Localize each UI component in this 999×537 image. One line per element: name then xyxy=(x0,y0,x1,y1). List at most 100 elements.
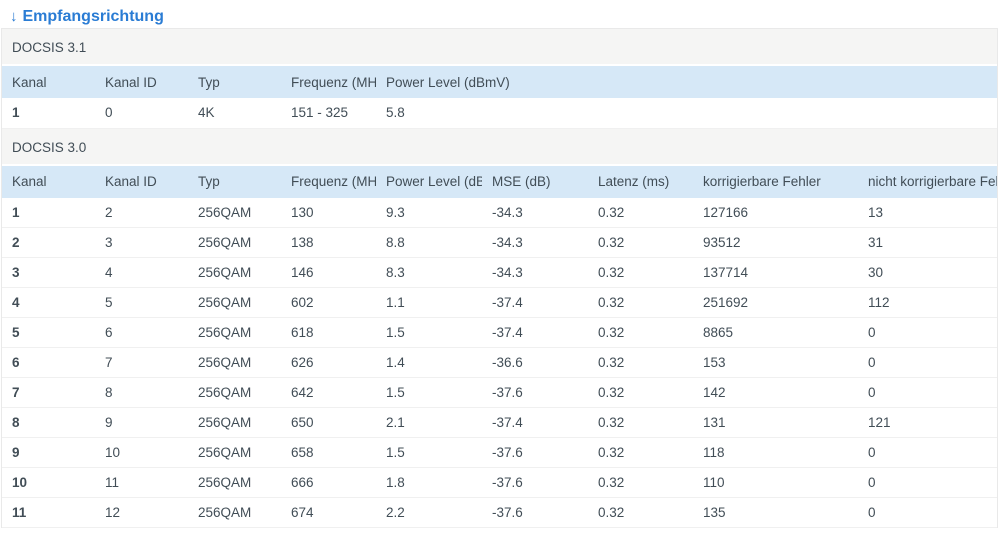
table-cell: 1 xyxy=(2,197,95,228)
column-header: Frequenz (MHz) xyxy=(281,165,376,198)
docsis31-table: KanalKanal IDTypFrequenz (MHz)Power Leve… xyxy=(2,66,997,129)
column-header: Kanal xyxy=(2,66,95,98)
table-cell: 256QAM xyxy=(188,497,281,528)
table-cell: -34.3 xyxy=(482,257,588,288)
table-cell: 11 xyxy=(95,467,188,498)
table-cell: 8 xyxy=(95,377,188,408)
table-cell: 131 xyxy=(693,407,858,438)
table-cell: -37.6 xyxy=(482,437,588,468)
table-cell: 0 xyxy=(95,98,188,129)
table-cell: 9 xyxy=(95,407,188,438)
table-cell: 251692 xyxy=(693,287,858,318)
table-row: 7 8 256QAM 642 1.5 -37.6 0.32 142 0 xyxy=(2,377,997,408)
column-header: Latenz (ms) xyxy=(588,165,693,198)
table-row: 9 10 256QAM 658 1.5 -37.6 0.32 118 0 xyxy=(2,437,997,468)
table-cell: 142 xyxy=(693,377,858,408)
table-cell: 256QAM xyxy=(188,317,281,348)
table-cell: 2 xyxy=(95,197,188,228)
table-cell: 0.32 xyxy=(588,257,693,288)
table-cell: 5 xyxy=(95,287,188,318)
table-cell: 2.2 xyxy=(376,497,482,528)
table-cell: -37.4 xyxy=(482,287,588,318)
table-cell: 0 xyxy=(858,347,997,378)
table-cell: 93512 xyxy=(693,227,858,258)
docsis30-section-header: DOCSIS 3.0 xyxy=(2,128,997,166)
down-arrow-icon: ↓ xyxy=(10,8,18,25)
table-cell: 0.32 xyxy=(588,287,693,318)
table-cell: 7 xyxy=(95,347,188,378)
table-cell: 256QAM xyxy=(188,197,281,228)
table-row: 6 7 256QAM 626 1.4 -36.6 0.32 153 0 xyxy=(2,347,997,378)
table-cell: 626 xyxy=(281,347,376,378)
table-cell: 9 xyxy=(2,437,95,468)
column-header: Typ xyxy=(188,66,281,98)
column-header: Kanal xyxy=(2,165,95,198)
table-cell: 0.32 xyxy=(588,227,693,258)
column-header: Typ xyxy=(188,165,281,198)
column-header: nicht korrigierbare Fehler xyxy=(858,165,997,198)
table-cell: 137714 xyxy=(693,257,858,288)
empfangsrichtung-section-toggle[interactable]: ↓ Empfangsrichtung xyxy=(0,0,999,28)
table-row: 3 4 256QAM 146 8.3 -34.3 0.32 137714 30 xyxy=(2,257,997,288)
table-cell: 151 - 325 xyxy=(281,98,376,129)
table-cell: 138 xyxy=(281,227,376,258)
table-cell: 0.32 xyxy=(588,317,693,348)
table-cell: -37.4 xyxy=(482,317,588,348)
table-cell: 11 xyxy=(2,497,95,528)
table-cell: 127166 xyxy=(693,197,858,228)
table-cell: 256QAM xyxy=(188,287,281,318)
table-cell: 0.32 xyxy=(588,377,693,408)
table-cell: 0 xyxy=(858,377,997,408)
table-cell: 31 xyxy=(858,227,997,258)
column-header: Power Level (dBmV) xyxy=(376,66,997,98)
table-cell: 4 xyxy=(2,287,95,318)
table-cell: -37.6 xyxy=(482,377,588,408)
table-cell: 642 xyxy=(281,377,376,408)
table-cell: 153 xyxy=(693,347,858,378)
table-cell: 12 xyxy=(95,497,188,528)
table-cell: 4K xyxy=(188,98,281,129)
table-row: 8 9 256QAM 650 2.1 -37.4 0.32 131 121 xyxy=(2,407,997,438)
table-cell: 658 xyxy=(281,437,376,468)
table-cell: 602 xyxy=(281,287,376,318)
table-cell: 256QAM xyxy=(188,437,281,468)
table-cell: 2.1 xyxy=(376,407,482,438)
table-cell: 8.3 xyxy=(376,257,482,288)
table-cell: 135 xyxy=(693,497,858,528)
table-cell: -34.3 xyxy=(482,197,588,228)
table-cell: 0 xyxy=(858,497,997,528)
table-cell: 3 xyxy=(95,227,188,258)
table-cell: 618 xyxy=(281,317,376,348)
table-cell: 0 xyxy=(858,467,997,498)
table-cell: 130 xyxy=(281,197,376,228)
table-cell: 4 xyxy=(95,257,188,288)
table-cell: -37.4 xyxy=(482,407,588,438)
table-cell: 0 xyxy=(858,437,997,468)
table-cell: 30 xyxy=(858,257,997,288)
table-cell: 118 xyxy=(693,437,858,468)
column-header: Kanal ID xyxy=(95,165,188,198)
table-cell: -34.3 xyxy=(482,227,588,258)
table-cell: 8 xyxy=(2,407,95,438)
table-cell: 5.8 xyxy=(376,98,997,129)
docsis30-table: KanalKanal IDTypFrequenz (MHz)Power Leve… xyxy=(2,165,997,528)
table-row: 5 6 256QAM 618 1.5 -37.4 0.32 8865 0 xyxy=(2,317,997,348)
table-row: 2 3 256QAM 138 8.8 -34.3 0.32 93512 31 xyxy=(2,227,997,258)
table-cell: 1.1 xyxy=(376,287,482,318)
table-cell: 146 xyxy=(281,257,376,288)
table-cell: 650 xyxy=(281,407,376,438)
table-cell: 1.5 xyxy=(376,317,482,348)
table-cell: 110 xyxy=(693,467,858,498)
table-cell: 256QAM xyxy=(188,227,281,258)
table-cell: 6 xyxy=(2,347,95,378)
table-cell: 256QAM xyxy=(188,467,281,498)
table-cell: 2 xyxy=(2,227,95,258)
column-header: Frequenz (MHz) xyxy=(281,66,376,98)
table-cell: 256QAM xyxy=(188,257,281,288)
table-cell: 674 xyxy=(281,497,376,528)
table-cell: 6 xyxy=(95,317,188,348)
table-cell: 666 xyxy=(281,467,376,498)
docsis31-header-row: KanalKanal IDTypFrequenz (MHz)Power Leve… xyxy=(2,66,997,98)
table-cell: 8.8 xyxy=(376,227,482,258)
table-cell: -37.6 xyxy=(482,467,588,498)
